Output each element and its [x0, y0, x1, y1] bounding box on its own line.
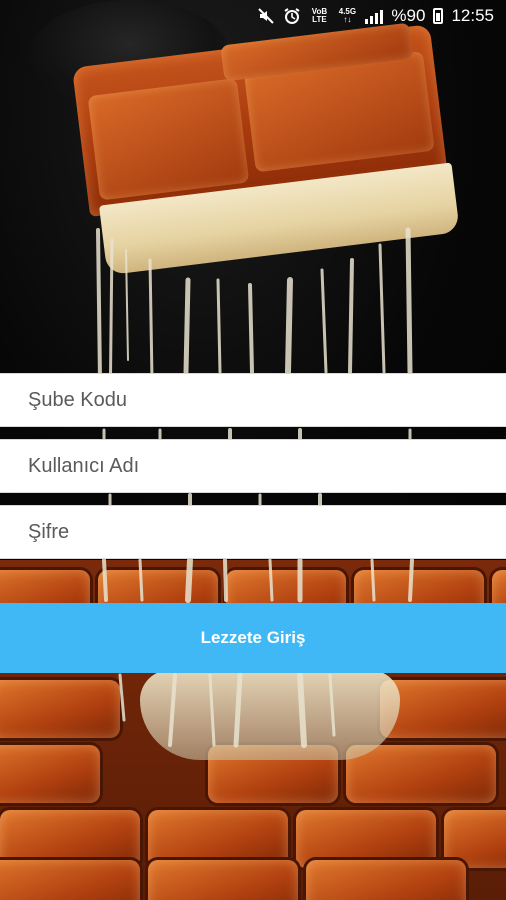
alarm-icon: [283, 7, 301, 25]
battery-percent: %90: [391, 6, 426, 25]
lte-label: LTE: [312, 15, 327, 24]
branch-code-input[interactable]: [0, 374, 506, 426]
data-icon: 4.5G ↑↓: [337, 7, 357, 25]
volte-icon: VoB LTE: [309, 7, 329, 25]
status-bar: VoB LTE 4.5G ↑↓ %90 12:55: [0, 0, 506, 32]
username-field-container: [0, 439, 506, 493]
battery-icon: [433, 8, 444, 24]
password-field-container: [0, 505, 506, 559]
data-activity-label: ↑↓: [343, 15, 352, 24]
signal-icon: [365, 8, 384, 24]
login-button[interactable]: Lezzete Giriş: [0, 603, 506, 673]
clock: 12:55: [451, 6, 494, 25]
username-input[interactable]: [0, 440, 506, 492]
mute-icon: [257, 7, 275, 25]
branch-code-field-container: [0, 373, 506, 427]
password-input[interactable]: [0, 506, 506, 558]
